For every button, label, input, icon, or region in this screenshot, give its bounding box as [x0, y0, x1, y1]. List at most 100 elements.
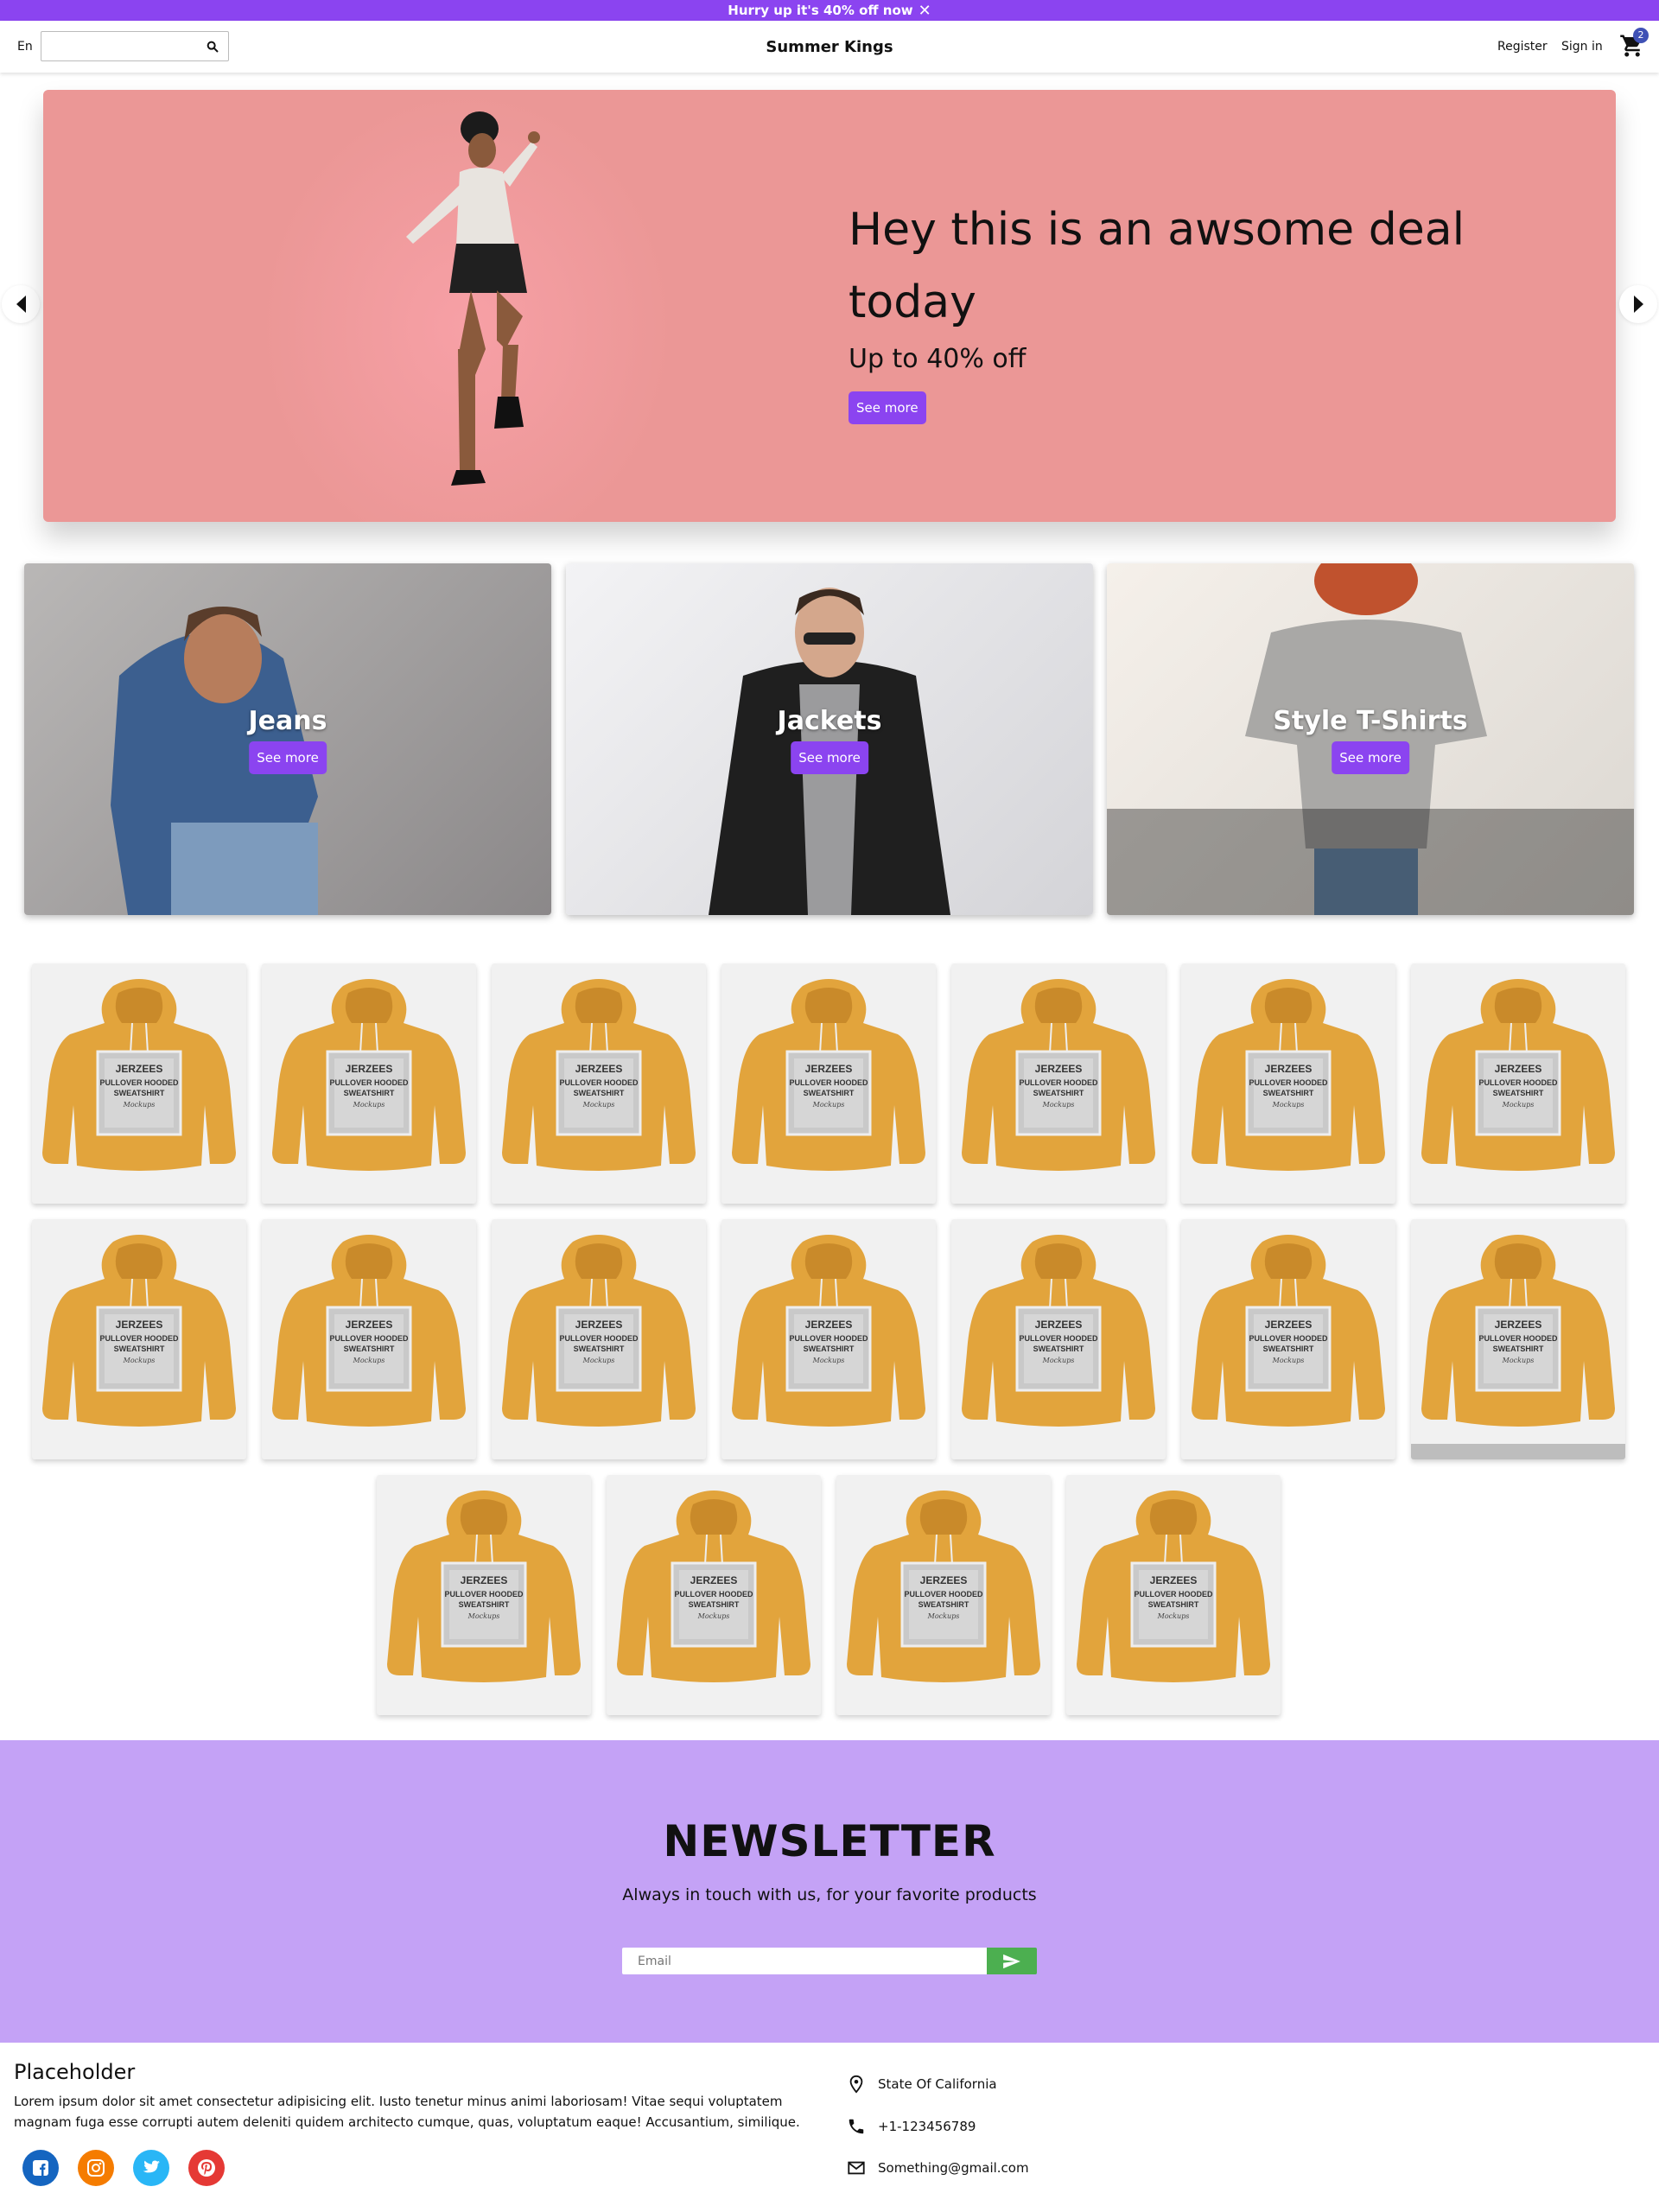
svg-text:SWEATSHIRT: SWEATSHIRT	[344, 1344, 395, 1353]
facebook-icon	[33, 2160, 48, 2176]
svg-text:Mockups: Mockups	[1042, 1357, 1075, 1364]
svg-text:JERZEES: JERZEES	[575, 1063, 623, 1075]
svg-text:SWEATSHIRT: SWEATSHIRT	[1263, 1344, 1314, 1353]
svg-text:Mockups: Mockups	[1042, 1101, 1075, 1109]
hero-slide: Hey this is an awsome deal today Up to 4…	[43, 90, 1616, 522]
category-image-jeans	[111, 607, 318, 915]
svg-text:PULLOVER HOODED: PULLOVER HOODED	[1134, 1590, 1213, 1599]
category-see-more-button[interactable]: See more	[791, 741, 868, 774]
hero-see-more-button[interactable]: See more	[849, 391, 926, 424]
category-see-more-button[interactable]: See more	[1332, 741, 1409, 774]
svg-text:Mockups: Mockups	[1502, 1357, 1535, 1364]
language-label: En	[17, 40, 33, 54]
product-card[interactable]: JERZEES PULLOVER HOODED SWEATSHIRT Mockups	[492, 963, 706, 1204]
hoodie-image: JERZEESPULLOVER HOODEDSWEATSHIRTMockups	[1421, 1235, 1615, 1427]
svg-text:Mockups: Mockups	[582, 1101, 615, 1109]
slider-next-button[interactable]	[1619, 285, 1657, 323]
search-input[interactable]	[41, 32, 197, 60]
pinterest-button[interactable]	[188, 2150, 225, 2186]
svg-text:SWEATSHIRT: SWEATSHIRT	[1263, 1089, 1314, 1097]
svg-text:JERZEES: JERZEES	[1035, 1063, 1083, 1075]
arrow-left-icon	[16, 296, 26, 313]
facebook-button[interactable]	[22, 2150, 59, 2186]
svg-text:SWEATSHIRT: SWEATSHIRT	[918, 1600, 969, 1609]
svg-text:PULLOVER HOODED: PULLOVER HOODED	[789, 1334, 868, 1343]
twitter-icon	[143, 2160, 161, 2173]
svg-text:PULLOVER HOODED: PULLOVER HOODED	[1249, 1334, 1328, 1343]
slider-prev-button[interactable]	[2, 285, 40, 323]
svg-text:Mockups: Mockups	[1157, 1612, 1190, 1620]
product-card[interactable]: JERZEES PULLOVER HOODED SWEATSHIRT Mockups	[32, 1219, 246, 1459]
category-card-jackets[interactable]: Jackets See more	[566, 563, 1093, 915]
hoodie-image: JERZEESPULLOVER HOODEDSWEATSHIRTMockups	[1077, 1491, 1270, 1682]
product-card[interactable]: JERZEES PULLOVER HOODED SWEATSHIRT Mockups	[262, 963, 476, 1204]
search-icon[interactable]	[206, 40, 219, 54]
product-card[interactable]: JERZEES PULLOVER HOODED SWEATSHIRT Mockups	[1411, 963, 1625, 1204]
signin-link[interactable]: Sign in	[1561, 40, 1603, 54]
register-link[interactable]: Register	[1497, 40, 1548, 54]
category-see-more-button[interactable]: See more	[249, 741, 327, 774]
svg-text:SWEATSHIRT: SWEATSHIRT	[574, 1089, 625, 1097]
product-card[interactable]: JERZEES PULLOVER HOODED SWEATSHIRT Mockups	[1181, 963, 1395, 1204]
category-card-jeans[interactable]: Jeans See more	[24, 563, 551, 915]
cart-badge: 2	[1633, 28, 1649, 43]
svg-text:PULLOVER HOODED: PULLOVER HOODED	[1478, 1078, 1558, 1087]
hoodie-image: JERZEESPULLOVER HOODEDSWEATSHIRTMockups	[272, 1235, 466, 1427]
product-card[interactable]: JERZEES PULLOVER HOODED SWEATSHIRT Mockups	[721, 963, 936, 1204]
svg-text:SWEATSHIRT: SWEATSHIRT	[114, 1344, 165, 1353]
product-card[interactable]: JERZEES PULLOVER HOODED SWEATSHIRT Mockups	[951, 963, 1166, 1204]
footer-email: Something@gmail.com	[847, 2158, 1029, 2177]
location-icon	[849, 2075, 863, 2094]
footer-phone: +1-123456789	[847, 2117, 976, 2136]
newsletter-description: Always in touch with us, for your favori…	[622, 1885, 1037, 1904]
svg-text:PULLOVER HOODED: PULLOVER HOODED	[1019, 1078, 1098, 1087]
svg-text:Mockups: Mockups	[1272, 1357, 1305, 1364]
svg-text:PULLOVER HOODED: PULLOVER HOODED	[559, 1334, 639, 1343]
svg-text:Mockups: Mockups	[1502, 1101, 1535, 1109]
navbar: En Summer Kings Register Sign in 2	[0, 21, 1659, 73]
svg-text:JERZEES: JERZEES	[1495, 1319, 1542, 1331]
hoodie-image: JERZEESPULLOVER HOODEDSWEATSHIRTMockups	[617, 1491, 810, 1682]
svg-text:PULLOVER HOODED: PULLOVER HOODED	[559, 1078, 639, 1087]
footer-description: Lorem ipsum dolor sit amet consectetur a…	[14, 2094, 800, 2130]
svg-text:SWEATSHIRT: SWEATSHIRT	[1493, 1089, 1544, 1097]
close-icon[interactable]: ✕	[918, 2, 931, 20]
brand-logo: Summer Kings	[766, 37, 893, 56]
newsletter-send-button[interactable]	[987, 1948, 1037, 1974]
product-card[interactable]: JERZEES PULLOVER HOODED SWEATSHIRT Mockups	[1181, 1219, 1395, 1459]
hoodie-image: JERZEESPULLOVER HOODEDSWEATSHIRTMockups	[1192, 979, 1385, 1171]
hoodie-image: JERZEESPULLOVER HOODEDSWEATSHIRTMockups	[962, 979, 1155, 1171]
instagram-button[interactable]	[78, 2150, 114, 2186]
promo-text: Hurry up it's 40% off now	[728, 3, 913, 18]
svg-text:JERZEES: JERZEES	[805, 1063, 853, 1075]
send-icon	[1003, 1954, 1020, 1968]
product-hover-bar	[1411, 1444, 1625, 1459]
svg-text:SWEATSHIRT: SWEATSHIRT	[1033, 1344, 1084, 1353]
product-card[interactable]: JERZEES PULLOVER HOODED SWEATSHIRT Mockups	[951, 1219, 1166, 1459]
product-card[interactable]: JERZEES PULLOVER HOODED SWEATSHIRT Mockups	[1066, 1475, 1281, 1715]
product-card[interactable]: JERZEES PULLOVER HOODED SWEATSHIRT Mockups	[836, 1475, 1051, 1715]
product-card[interactable]: JERZEES PULLOVER HOODED SWEATSHIRT Mockups	[492, 1219, 706, 1459]
svg-text:PULLOVER HOODED: PULLOVER HOODED	[329, 1334, 409, 1343]
newsletter-section: NEWSLETTER Always in touch with us, for …	[0, 1740, 1659, 2043]
svg-text:JERZEES: JERZEES	[116, 1319, 163, 1331]
phone-icon	[849, 2119, 864, 2134]
svg-text:PULLOVER HOODED: PULLOVER HOODED	[99, 1078, 179, 1087]
newsletter-form	[622, 1948, 1037, 1974]
product-card[interactable]: JERZEES PULLOVER HOODED SWEATSHIRT Mockups	[721, 1219, 936, 1459]
product-card[interactable]: JERZEES PULLOVER HOODED SWEATSHIRT Mockups	[607, 1475, 821, 1715]
category-card-t-shirts[interactable]: Style T-Shirts See more	[1107, 563, 1634, 915]
product-card[interactable]: JERZEES PULLOVER HOODED SWEATSHIRT Mockups	[262, 1219, 476, 1459]
product-card[interactable]: JERZEES PULLOVER HOODED SWEATSHIRT Mockups	[1411, 1219, 1625, 1459]
product-card[interactable]: JERZEES PULLOVER HOODED SWEATSHIRT Mockups	[32, 963, 246, 1204]
hero-title: Hey this is an awsome deal today	[849, 204, 1465, 328]
twitter-button[interactable]	[133, 2150, 169, 2186]
newsletter-email-input[interactable]	[622, 1948, 987, 1974]
hoodie-image: JERZEESPULLOVER HOODEDSWEATSHIRTMockups	[272, 979, 466, 1171]
svg-text:JERZEES: JERZEES	[1495, 1063, 1542, 1075]
svg-text:JERZEES: JERZEES	[1265, 1063, 1313, 1075]
hoodie-image: JERZEESPULLOVER HOODEDSWEATSHIRTMockups	[847, 1491, 1040, 1682]
product-card[interactable]: JERZEES PULLOVER HOODED SWEATSHIRT Mockups	[377, 1475, 591, 1715]
svg-text:JERZEES: JERZEES	[1035, 1319, 1083, 1331]
svg-text:PULLOVER HOODED: PULLOVER HOODED	[99, 1334, 179, 1343]
